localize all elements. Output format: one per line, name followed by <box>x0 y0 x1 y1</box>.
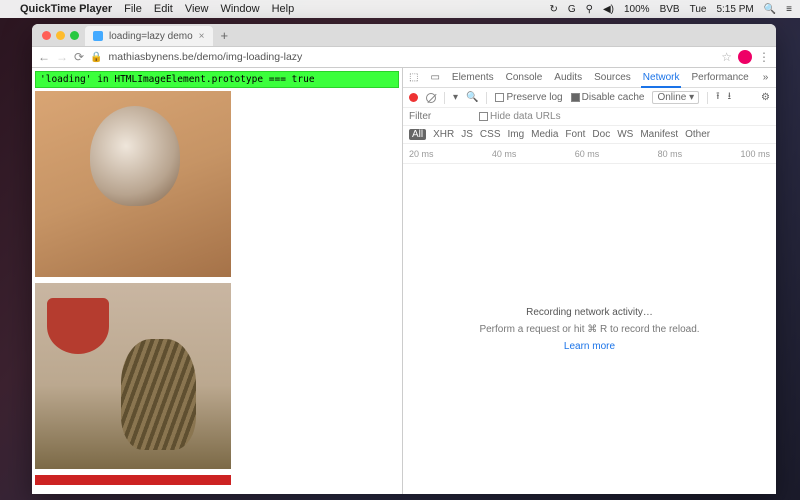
tab-favicon <box>93 31 103 41</box>
device-mode-icon[interactable]: ▭ <box>428 69 441 86</box>
type-ws[interactable]: WS <box>617 129 633 140</box>
type-manifest[interactable]: Manifest <box>640 129 678 140</box>
new-tab-button[interactable]: + <box>213 28 237 43</box>
back-button[interactable]: ← <box>38 50 50 64</box>
type-all[interactable]: All <box>409 129 426 140</box>
reload-button[interactable]: ⟳ <box>74 50 84 64</box>
type-img[interactable]: Img <box>507 129 524 140</box>
page-banner: 'loading' in HTMLImageElement.prototype … <box>35 71 399 88</box>
close-tab-icon[interactable]: × <box>199 31 205 42</box>
tab-strip: loading=lazy demo × + <box>32 24 776 46</box>
type-xhr[interactable]: XHR <box>433 129 454 140</box>
minimize-window-icon[interactable] <box>56 31 65 40</box>
demo-image <box>35 91 231 277</box>
status-icon[interactable]: ↻ <box>549 4 557 15</box>
chrome-menu-icon[interactable]: ⋮ <box>758 50 770 64</box>
lock-icon[interactable]: 🔒 <box>90 52 102 63</box>
menu-file[interactable]: File <box>124 3 142 15</box>
type-filter-row: All XHR JS CSS Img Media Font Doc WS Man… <box>403 126 776 144</box>
inspect-icon[interactable]: ⬚ <box>407 69 420 86</box>
zoom-window-icon[interactable] <box>70 31 79 40</box>
tab-performance[interactable]: Performance <box>689 69 750 86</box>
devtools-tabs: ⬚ ▭ Elements Console Audits Sources Netw… <box>403 68 776 88</box>
more-tabs-icon[interactable]: » <box>761 69 771 86</box>
status-g-icon[interactable]: G <box>568 4 576 15</box>
status-extra: BVB <box>660 4 680 15</box>
forward-button: → <box>56 50 68 64</box>
macos-menubar: QuickTime Player File Edit View Window H… <box>0 0 800 18</box>
demo-image <box>35 283 231 469</box>
search-icon[interactable]: 🔍 <box>764 4 776 15</box>
filter-toggle-icon[interactable]: ▾ <box>453 92 458 103</box>
content-area: 'loading' in HTMLImageElement.prototype … <box>32 68 776 494</box>
record-button[interactable] <box>409 93 418 102</box>
learn-more-link[interactable]: Learn more <box>564 341 615 352</box>
type-other[interactable]: Other <box>685 129 710 140</box>
preserve-log-checkbox[interactable]: Preserve log <box>495 92 562 103</box>
profile-avatar[interactable] <box>738 50 752 64</box>
clock-day: Tue <box>690 4 707 15</box>
menu-help[interactable]: Help <box>272 3 295 15</box>
type-doc[interactable]: Doc <box>592 129 610 140</box>
address-bar[interactable]: mathiasbynens.be/demo/img-loading-lazy <box>109 51 716 63</box>
wifi-icon[interactable]: ⚲ <box>586 4 593 15</box>
app-name[interactable]: QuickTime Player <box>20 3 112 15</box>
import-har-icon[interactable]: ⭱ <box>716 89 720 106</box>
tab-sources[interactable]: Sources <box>592 69 633 86</box>
filter-input[interactable] <box>409 111 469 122</box>
battery-percent: 100% <box>624 4 650 15</box>
type-media[interactable]: Media <box>531 129 558 140</box>
window-traffic-lights[interactable] <box>40 31 85 40</box>
hide-data-urls-checkbox[interactable]: Hide data URLs <box>479 111 561 122</box>
disable-cache-checkbox[interactable]: Disable cache <box>571 92 645 103</box>
type-css[interactable]: CSS <box>480 129 501 140</box>
clock-time: 5:15 PM <box>716 4 753 15</box>
network-settings-icon[interactable]: ⚙ <box>761 92 770 103</box>
empty-title: Recording network activity… <box>526 307 653 318</box>
tab-console[interactable]: Console <box>504 69 545 86</box>
menu-window[interactable]: Window <box>220 3 259 15</box>
browser-tab[interactable]: loading=lazy demo × <box>85 26 213 46</box>
notifications-icon[interactable]: ≡ <box>786 4 792 15</box>
devtools-panel: ⬚ ▭ Elements Console Audits Sources Netw… <box>402 68 776 494</box>
clear-button[interactable] <box>426 93 436 103</box>
timeline-ruler[interactable]: 20 ms 40 ms 60 ms 80 ms 100 ms <box>403 144 776 164</box>
type-js[interactable]: JS <box>461 129 473 140</box>
chrome-window: loading=lazy demo × + ← → ⟳ 🔒 mathiasbyn… <box>32 24 776 494</box>
menubar-status: ↻ G ⚲ ◀︎) 100% BVB Tue 5:15 PM 🔍 ≡ <box>549 4 792 15</box>
network-empty-state: Recording network activity… Perform a re… <box>403 164 776 494</box>
toolbar: ← → ⟳ 🔒 mathiasbynens.be/demo/img-loadin… <box>32 46 776 68</box>
tab-elements[interactable]: Elements <box>450 69 496 86</box>
export-har-icon[interactable]: ⭳ <box>728 89 732 106</box>
network-toolbar: ▾ 🔍 Preserve log Disable cache Online ▾ … <box>403 88 776 108</box>
page-viewport[interactable]: 'loading' in HTMLImageElement.prototype … <box>32 68 402 494</box>
bookmark-star-icon[interactable]: ☆ <box>721 50 732 64</box>
search-icon[interactable]: 🔍 <box>466 92 478 103</box>
menu-view[interactable]: View <box>185 3 209 15</box>
tab-title: loading=lazy demo <box>109 31 193 42</box>
type-font[interactable]: Font <box>565 129 585 140</box>
menu-edit[interactable]: Edit <box>154 3 173 15</box>
throttling-select[interactable]: Online ▾ <box>652 91 699 104</box>
empty-subtitle: Perform a request or hit ⌘ R to record t… <box>479 324 699 335</box>
tab-audits[interactable]: Audits <box>552 69 584 86</box>
close-window-icon[interactable] <box>42 31 51 40</box>
demo-image <box>35 475 231 485</box>
filter-row: Hide data URLs <box>403 108 776 126</box>
volume-icon[interactable]: ◀︎) <box>603 4 614 15</box>
tab-network[interactable]: Network <box>641 69 682 88</box>
